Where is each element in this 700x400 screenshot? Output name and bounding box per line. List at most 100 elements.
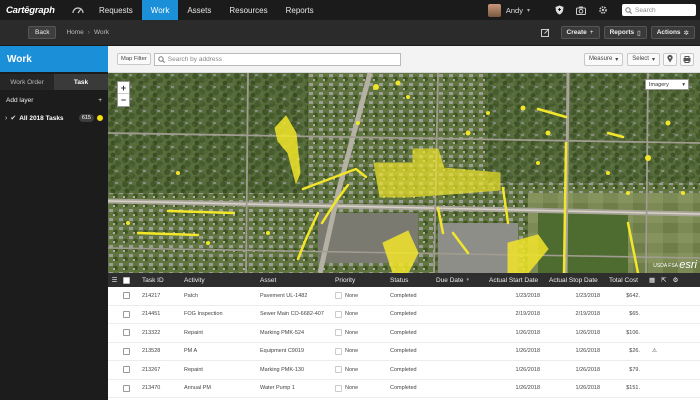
cell-task-id[interactable]: 213470 [132,385,178,391]
edit-icon[interactable] [535,23,557,43]
table-row[interactable]: 213267 Repaint Marking PMK-130 None Complete… [108,361,700,380]
shield-icon[interactable] [548,0,570,20]
cell-task-id[interactable]: 213528 [132,348,178,354]
column-total-cost[interactable]: Total Cost [603,277,643,284]
satellite-map[interactable] [108,73,700,273]
table-row[interactable]: 213528 PM A Equipment C9019 None Completed 1/… [108,343,700,361]
address-search-input[interactable]: Search by address [153,52,401,66]
cell-status: Completed [390,292,417,299]
warning-icon[interactable]: ⚠ [652,348,657,354]
cell-task-id[interactable]: 214451 [132,311,178,317]
map-view[interactable]: + − Imagery ▾ USDA FSA esri [108,73,700,273]
avatar[interactable] [487,3,501,17]
back-button[interactable]: Back [28,26,57,39]
cell-priority: None [329,384,384,392]
cell-asset: Marking PMK-524 [260,329,305,336]
table-row[interactable]: 214451 FOG Inspection Sewer Main CO-6682-4… [108,306,700,324]
print-icon[interactable] [680,52,694,66]
checkmark-icon[interactable]: ✔ [10,114,16,122]
zoom-control: + − [117,81,130,107]
reports-button[interactable]: Reports ▯ [603,26,647,39]
column-task-id[interactable]: Task ID [132,277,178,284]
cell-task-id[interactable]: 213267 [132,367,178,373]
cell-total-cost: $642. [626,292,640,299]
zoom-in-button[interactable]: + [118,82,129,94]
nav-item-reports[interactable]: Reports [277,0,323,20]
location-pin-icon[interactable] [663,52,677,66]
global-search-input[interactable]: Search [622,4,696,16]
select-dropdown[interactable]: Select ▾ [627,52,660,66]
create-button[interactable]: Create + [560,26,600,39]
table-tools: ▦ ⇱ ⚙ [643,276,700,284]
row-checkbox[interactable] [121,347,132,355]
zoom-out-button[interactable]: − [118,94,129,106]
breadcrumb-home[interactable]: Home [66,29,83,36]
cell-total-cost: $65. [629,311,640,318]
calendar-icon[interactable]: ▦ [649,276,655,284]
table-body: 214217 Patch Pavement UL-1482 None Completed… [108,287,700,398]
basemap-select[interactable]: Imagery ▾ [645,79,689,90]
row-checkbox[interactable] [121,384,132,392]
sort-icon: ▾ [466,277,469,283]
app-logo[interactable]: Cartēgraph [0,5,66,16]
chevron-down-icon[interactable]: ▾ [527,7,530,14]
nav-item-assets[interactable]: Assets [178,0,220,20]
column-actual-stop-date[interactable]: Actual Stop Date [543,277,603,284]
nav-item-requests[interactable]: Requests [90,0,142,20]
row-checkbox[interactable] [121,366,132,374]
cell-asset: Pavement UL-1482 [260,292,308,299]
nav-item-resources[interactable]: Resources [220,0,276,20]
chevron-right-icon[interactable]: › [5,115,7,122]
table-row[interactable]: 214217 Patch Pavement UL-1482 None Completed… [108,287,700,306]
chevron-down-icon: ▾ [682,81,685,88]
tab-work-order[interactable]: Work Order [0,74,54,90]
export-icon[interactable]: ⇱ [661,276,666,284]
cell-task-id[interactable]: 214217 [132,293,178,299]
priority-label: None [345,366,359,373]
column-actual-start-date[interactable]: Actual Start Date [483,277,543,284]
column-activity[interactable]: Activity [178,277,254,284]
settings-icon[interactable]: ⚙ [673,276,679,284]
table-row[interactable]: 213322 Repaint Marking PMK-524 None Complete… [108,324,700,343]
address-search-placeholder: Search by address [167,55,222,63]
column-priority[interactable]: Priority [329,277,384,284]
cell-total-cost: $151. [626,385,640,392]
breadcrumb-current: Work [93,29,110,36]
actions-label: Actions [656,29,681,36]
nav-item-work[interactable]: Work [141,0,179,20]
row-checkbox[interactable] [121,329,132,337]
gear-icon[interactable] [592,0,614,20]
table-row[interactable]: 213470 Annual PM Water Pump 1 None Completed… [108,380,700,398]
plus-icon: + [589,29,594,36]
cell-total-cost: $106. [626,329,640,336]
actions-button[interactable]: Actions ✲ [650,26,695,39]
column-status[interactable]: Status [384,277,430,284]
cell-actual-stop-date: 1/23/2018 [575,292,600,299]
add-layer-icon[interactable]: + [98,97,102,104]
camera-icon[interactable] [570,0,592,20]
column-asset[interactable]: Asset [254,277,329,284]
search-placeholder: Search [635,6,656,14]
measure-dropdown[interactable]: Measure ▾ [583,52,624,66]
cell-actual-start-date: 1/26/2018 [515,366,540,373]
cell-actual-stop-date: 1/26/2018 [575,385,600,392]
add-layer-label: Add layer [6,96,34,104]
dashboard-icon[interactable] [66,0,90,20]
user-name[interactable]: Andy [506,6,523,15]
column-due-date[interactable]: Due Date ▾ [430,277,483,284]
map-filter-button[interactable]: Map Filter [117,53,151,65]
row-checkbox[interactable] [121,310,132,318]
map-toolbar: Map Filter Search by address Measure ▾ Se… [108,46,700,73]
layer-color-swatch[interactable] [97,115,103,121]
row-checkbox[interactable] [121,292,132,300]
cell-priority: None [329,366,384,374]
cell-task-id[interactable]: 213322 [132,330,178,336]
cell-priority: None [329,310,384,318]
add-layer-row[interactable]: Add layer + [0,92,108,108]
select-all-checkbox[interactable] [121,276,132,284]
tab-task[interactable]: Task [54,74,108,90]
cell-asset: Sewer Main CO-6682-407 [260,311,324,318]
select-label: Select [632,56,649,62]
column-menu-icon[interactable]: ☰ [108,276,121,284]
layer-item[interactable]: › ✔ All 2018 Tasks 615 [0,110,108,126]
